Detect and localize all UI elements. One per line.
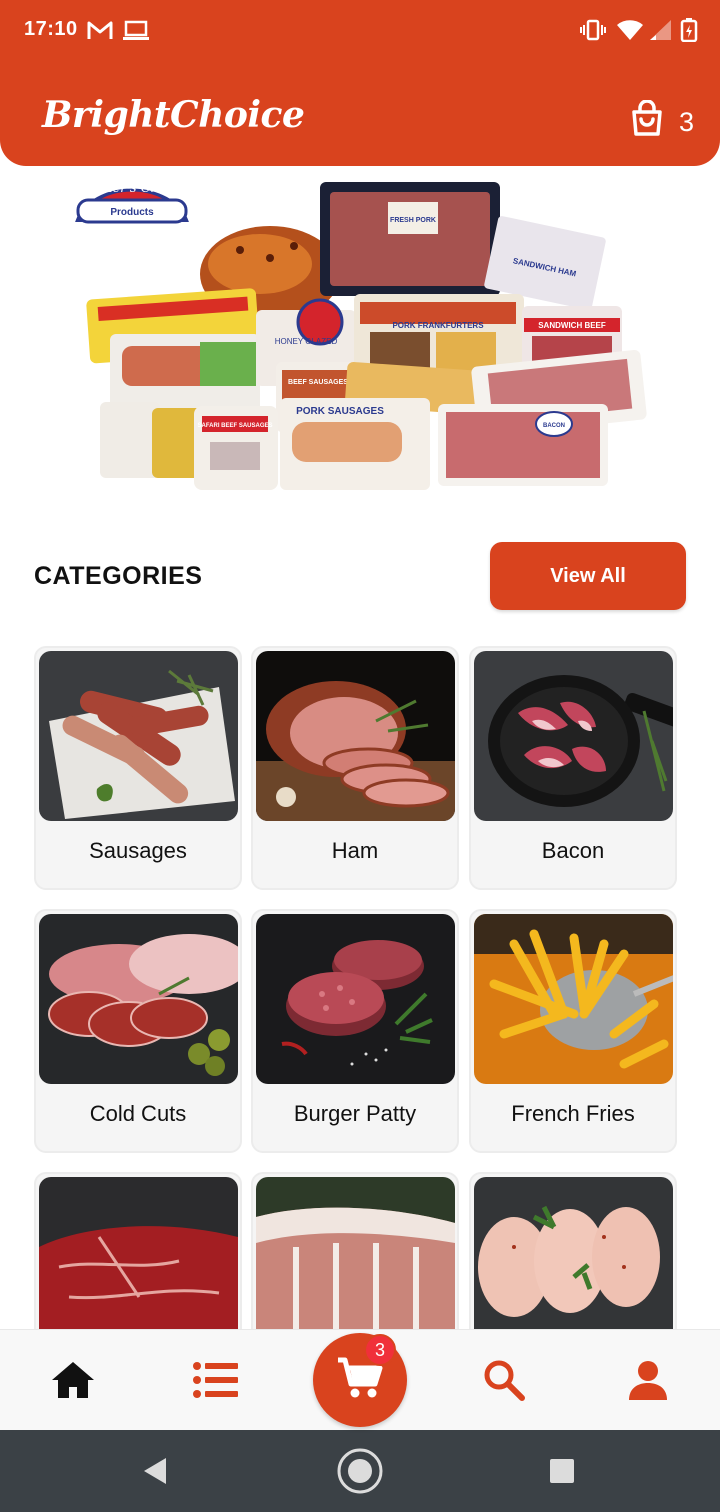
farmers-choice-logo: Farmer's Choice Products xyxy=(75,181,189,224)
categories-title: CATEGORIES xyxy=(34,562,203,590)
category-image-chicken xyxy=(474,1177,673,1347)
category-card-sausages[interactable]: Sausages xyxy=(34,646,242,890)
category-image-beef xyxy=(39,1177,238,1347)
back-icon[interactable] xyxy=(142,1456,168,1491)
home-circle-icon[interactable] xyxy=(336,1447,384,1500)
category-image-cold-cuts xyxy=(39,914,238,1084)
nav-search[interactable] xyxy=(476,1354,532,1410)
nav-profile[interactable] xyxy=(620,1354,676,1410)
home-icon xyxy=(50,1360,96,1405)
search-icon xyxy=(482,1358,526,1407)
profile-icon xyxy=(628,1360,668,1405)
status-time: 17:10 xyxy=(24,18,78,40)
category-image-bacon xyxy=(474,651,673,821)
category-label: Burger Patty xyxy=(293,1101,417,1126)
svg-text:PORK FRANKFURTERS: PORK FRANKFURTERS xyxy=(392,321,484,330)
category-card-french-fries[interactable]: French Fries xyxy=(469,909,677,1153)
shopping-bag-icon xyxy=(627,99,667,145)
nav-home[interactable] xyxy=(45,1354,101,1410)
system-nav-bar xyxy=(0,1430,720,1512)
recents-icon[interactable] xyxy=(549,1458,575,1489)
nav-categories[interactable] xyxy=(188,1354,244,1410)
promo-banner[interactable]: Farmer's Choice Products FRESH PORK SAND… xyxy=(70,166,670,506)
category-label: French Fries xyxy=(511,1101,635,1126)
category-card-burger-patty[interactable]: Burger Patty xyxy=(251,909,459,1153)
laptop-icon xyxy=(122,18,150,42)
list-icon xyxy=(193,1361,239,1403)
header-cart-count: 3 xyxy=(678,107,694,137)
app-title: BrightChoice xyxy=(42,94,305,136)
category-label: Ham xyxy=(331,838,379,863)
svg-text:PORK SAUSAGES: PORK SAUSAGES xyxy=(296,406,384,417)
svg-text:BACON: BACON xyxy=(543,423,565,429)
category-image-french-fries xyxy=(474,914,673,1084)
svg-text:Products: Products xyxy=(110,207,154,218)
svg-text:Farmer's Choice: Farmer's Choice xyxy=(77,181,186,196)
cart-badge: 3 xyxy=(364,1334,396,1366)
battery-charging-icon xyxy=(680,18,698,42)
category-label: Cold Cuts xyxy=(89,1101,187,1126)
category-image-ham xyxy=(256,651,455,821)
wifi-icon xyxy=(616,18,644,42)
category-image-sausages xyxy=(39,651,238,821)
gmail-icon xyxy=(86,18,114,42)
category-label: Bacon xyxy=(541,838,605,863)
app-screen: 17:10 BrightChoice 3 Farmer's Choice Pro… xyxy=(0,0,720,1512)
category-card-ham[interactable]: Ham xyxy=(251,646,459,890)
svg-text:SANDWICH BEEF: SANDWICH BEEF xyxy=(538,321,606,330)
app-header: 17:10 BrightChoice 3 xyxy=(0,0,720,166)
category-label: Sausages xyxy=(89,838,187,863)
category-image-pork-ribs xyxy=(256,1177,455,1347)
svg-text:BEEF SAUSAGES: BEEF SAUSAGES xyxy=(288,379,348,386)
header-cart-button[interactable]: 3 xyxy=(627,99,694,145)
svg-text:FRESH PORK: FRESH PORK xyxy=(390,217,436,224)
category-image-burger-patty xyxy=(256,914,455,1084)
category-card-bacon[interactable]: Bacon xyxy=(469,646,677,890)
signal-icon xyxy=(648,18,672,42)
vibrate-icon xyxy=(580,18,606,42)
svg-text:HONEY GLAZED: HONEY GLAZED xyxy=(275,337,338,346)
view-all-button[interactable]: View All xyxy=(490,542,686,610)
status-bar: 17:10 xyxy=(0,0,720,62)
category-card-cold-cuts[interactable]: Cold Cuts xyxy=(34,909,242,1153)
svg-text:SAFARI BEEF SAUSAGES: SAFARI BEEF SAUSAGES xyxy=(197,423,272,429)
